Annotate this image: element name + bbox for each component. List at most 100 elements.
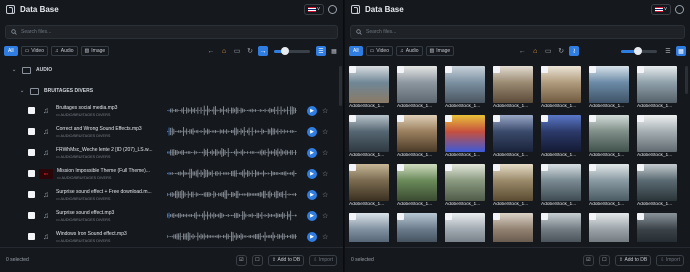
image-tile[interactable]: AdobeStock_1...: [589, 115, 629, 160]
star-icon[interactable]: ☆: [322, 107, 328, 115]
tile-checkbox[interactable]: [589, 213, 596, 220]
filter-image[interactable]: ▨ Image: [425, 46, 455, 56]
play-button[interactable]: ▶: [307, 147, 317, 158]
folder-icon[interactable]: ▭: [543, 46, 553, 56]
grid-view-icon[interactable]: ▦: [676, 46, 686, 56]
star-icon[interactable]: ☆: [322, 170, 328, 178]
image-tile[interactable]: AdobeStock_1...: [637, 213, 677, 242]
filter-audio[interactable]: ♫ Audio: [396, 46, 423, 56]
row-checkbox[interactable]: [28, 107, 35, 114]
tile-checkbox[interactable]: [349, 115, 356, 122]
tile-checkbox[interactable]: [637, 115, 644, 122]
row-checkbox[interactable]: [28, 233, 35, 240]
tile-checkbox[interactable]: [445, 213, 452, 220]
tile-checkbox[interactable]: [541, 164, 548, 171]
tile-checkbox[interactable]: [397, 213, 404, 220]
row-checkbox[interactable]: [28, 128, 35, 135]
back-arrow-icon[interactable]: ←: [206, 46, 216, 56]
tile-checkbox[interactable]: [637, 164, 644, 171]
waveform[interactable]: [167, 105, 297, 116]
filter-image[interactable]: ▨ Image: [80, 46, 110, 56]
forward-arrow-icon[interactable]: →: [258, 46, 268, 56]
tile-checkbox[interactable]: [589, 164, 596, 171]
tile-checkbox[interactable]: [493, 66, 500, 73]
star-icon[interactable]: ☆: [322, 233, 328, 241]
tile-checkbox[interactable]: [493, 213, 500, 220]
tile-checkbox[interactable]: [445, 164, 452, 171]
gear-icon[interactable]: [328, 4, 337, 14]
image-tile[interactable]: AdobeStock_1...: [493, 164, 533, 209]
image-tile[interactable]: AdobeStock_1...: [589, 164, 629, 209]
list-item[interactable]: ♫ Correct and Wrong Sound Effects.mp3 ▭ …: [0, 121, 343, 142]
tile-checkbox[interactable]: [493, 115, 500, 122]
play-button[interactable]: ▶: [307, 231, 317, 242]
home-icon[interactable]: ⌂: [530, 46, 540, 56]
image-tile[interactable]: AdobeStock_1...: [349, 115, 389, 160]
import-button[interactable]: ⇩ Import: [309, 254, 337, 266]
select-all-icon[interactable]: ☑: [582, 254, 594, 266]
image-tile[interactable]: AdobeStock_1...: [397, 66, 437, 111]
tile-checkbox[interactable]: [589, 115, 596, 122]
tile-checkbox[interactable]: [637, 213, 644, 220]
play-button[interactable]: ▶: [307, 210, 317, 221]
image-tile[interactable]: AdobeStock_1...: [541, 164, 581, 209]
list-item[interactable]: ♫ Surprise sound effect.mp3 ▭ AUDIO/BRUI…: [0, 205, 343, 226]
image-tile[interactable]: AdobeStock_1...: [589, 66, 629, 111]
scrollbar[interactable]: [685, 66, 688, 94]
filter-all[interactable]: All: [349, 46, 363, 56]
gear-icon[interactable]: [675, 4, 684, 14]
tile-checkbox[interactable]: [397, 164, 404, 171]
refresh-icon[interactable]: ↻: [245, 46, 255, 56]
language-selector[interactable]: v: [651, 3, 671, 15]
zoom-slider[interactable]: [621, 46, 657, 55]
play-button[interactable]: ▶: [307, 189, 317, 200]
home-icon[interactable]: ⌂: [219, 46, 229, 56]
star-icon[interactable]: ☆: [322, 212, 328, 220]
tile-checkbox[interactable]: [541, 115, 548, 122]
play-button[interactable]: ▶: [307, 126, 317, 137]
folder-icon[interactable]: ▭: [232, 46, 242, 56]
audio-wave-icon[interactable]: ≀: [569, 46, 580, 56]
refresh-icon[interactable]: ↻: [556, 46, 566, 56]
tile-checkbox[interactable]: [397, 66, 404, 73]
image-tile[interactable]: AdobeStock_1...: [541, 213, 581, 242]
folder-bruitages[interactable]: ⌄ BRUITAGES DIVERS: [0, 85, 343, 97]
filter-audio[interactable]: ♫ Audio: [51, 46, 78, 56]
image-tile[interactable]: AdobeStock_1...: [445, 115, 485, 160]
waveform[interactable]: [167, 147, 297, 158]
list-item[interactable]: M:I Mission Impossible Theme (Full Theme…: [0, 163, 343, 184]
back-arrow-icon[interactable]: ←: [517, 46, 527, 56]
filter-video[interactable]: ▭ Video: [20, 46, 48, 56]
image-tile[interactable]: AdobeStock_1...: [493, 115, 533, 160]
play-button[interactable]: ▶: [307, 168, 317, 179]
tile-checkbox[interactable]: [349, 164, 356, 171]
waveform[interactable]: [167, 231, 297, 242]
image-tile[interactable]: AdobeStock_1...: [397, 213, 437, 242]
image-tile[interactable]: AdobeStock_1...: [541, 115, 581, 160]
tile-checkbox[interactable]: [397, 115, 404, 122]
select-all-icon[interactable]: ☑: [235, 254, 247, 266]
zoom-slider[interactable]: [274, 46, 310, 55]
image-tile[interactable]: AdobeStock_1...: [397, 164, 437, 209]
tile-checkbox[interactable]: [589, 66, 596, 73]
row-checkbox[interactable]: [28, 149, 35, 156]
waveform[interactable]: [167, 126, 297, 137]
image-tile[interactable]: AdobeStock_1...: [637, 164, 677, 209]
filter-video[interactable]: ▭ Video: [365, 46, 393, 56]
list-item[interactable]: ♫ Windows Iron Sound effect.mp3 ▭ AUDIO/…: [0, 226, 343, 244]
tile-checkbox[interactable]: [445, 115, 452, 122]
scrollbar[interactable]: [339, 66, 342, 106]
grid-view-icon[interactable]: ▦: [329, 46, 339, 56]
waveform[interactable]: [167, 189, 297, 200]
play-button[interactable]: ▶: [307, 105, 317, 116]
image-tile[interactable]: AdobeStock_1...: [493, 66, 533, 111]
tile-checkbox[interactable]: [637, 66, 644, 73]
star-icon[interactable]: ☆: [322, 191, 328, 199]
add-to-db-button[interactable]: ⇪ Add to DB: [267, 254, 305, 266]
image-tile[interactable]: AdobeStock_1...: [349, 66, 389, 111]
image-tile[interactable]: AdobeStock_1...: [445, 213, 485, 242]
folder-audio[interactable]: ⌄ AUDIO: [0, 64, 343, 76]
image-tile[interactable]: AdobeStock_1...: [349, 213, 389, 242]
image-tile[interactable]: AdobeStock_1...: [349, 164, 389, 209]
star-icon[interactable]: ☆: [322, 149, 328, 157]
